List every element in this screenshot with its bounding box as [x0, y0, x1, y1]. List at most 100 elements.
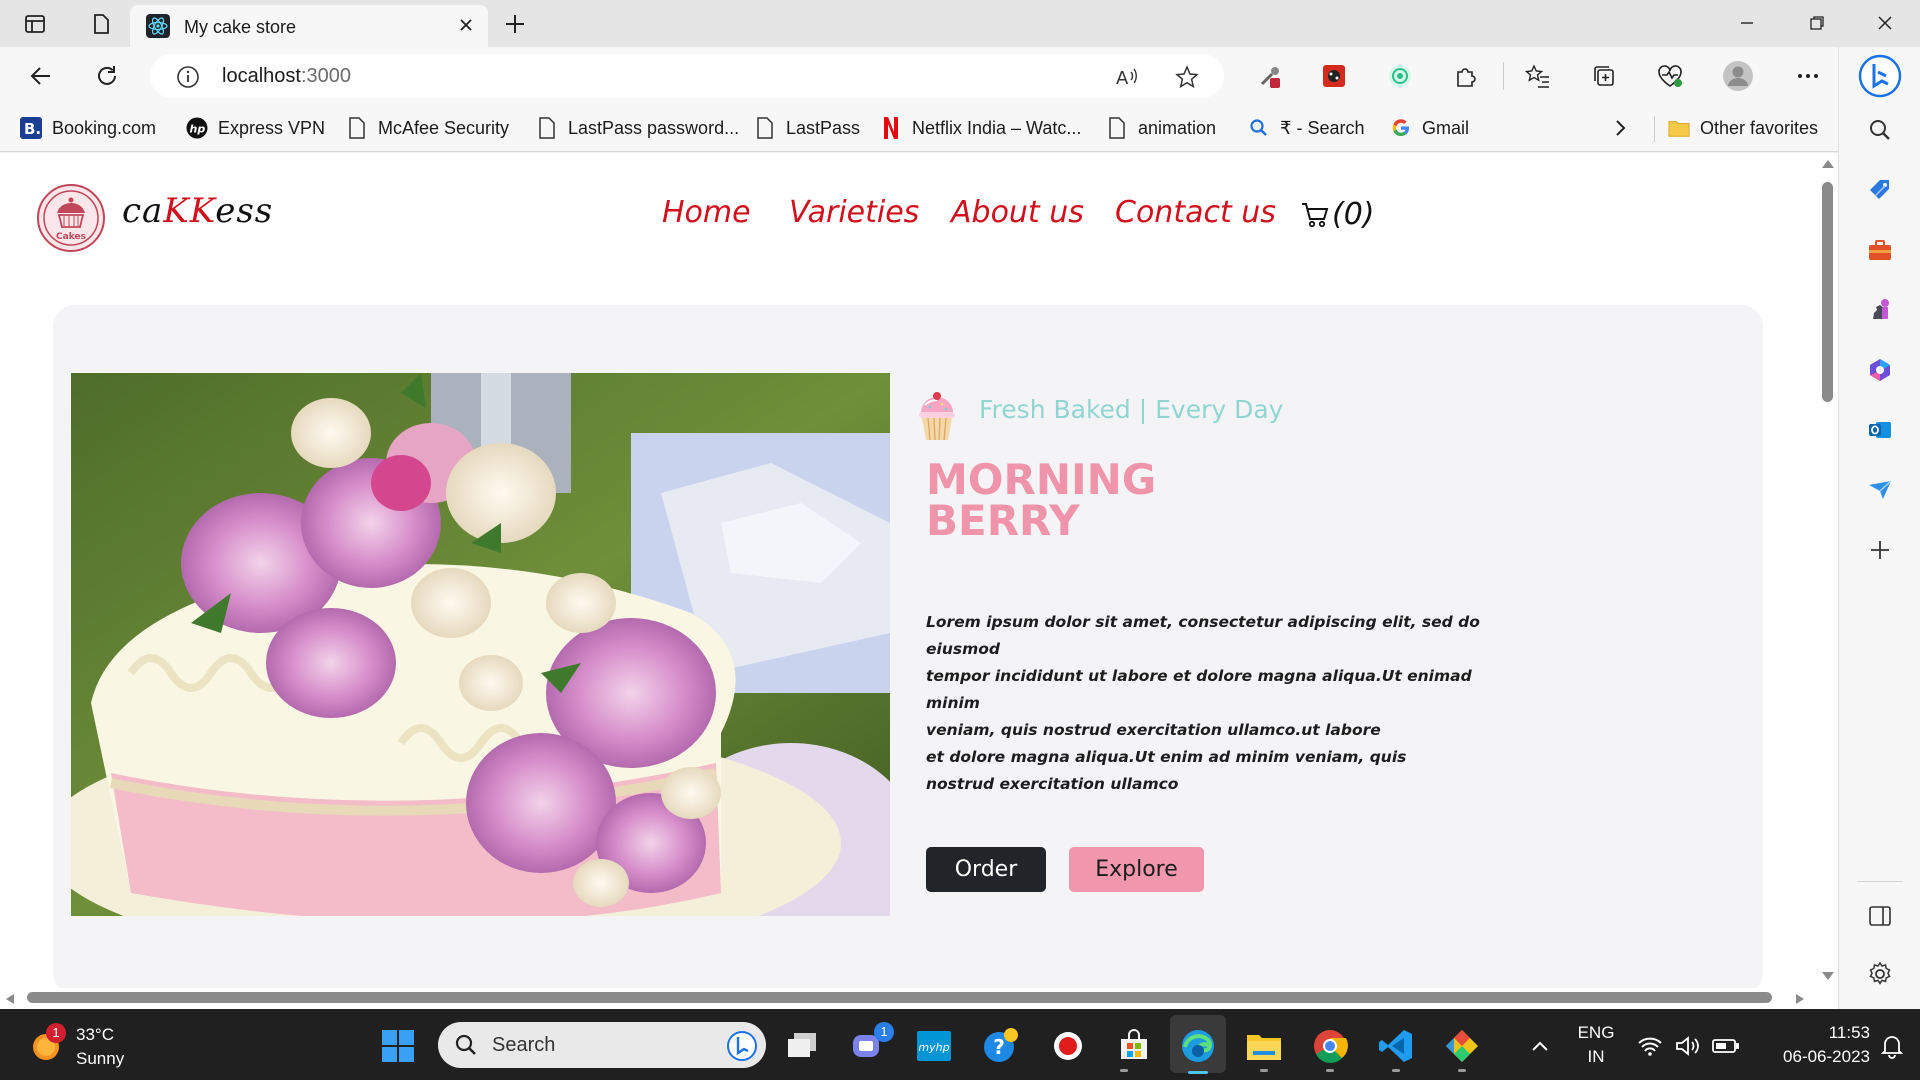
get-help-icon[interactable]: ? — [980, 1026, 1020, 1066]
task-view-icon[interactable] — [782, 1026, 822, 1066]
url-host: localhost — [222, 65, 301, 87]
games-chess-icon[interactable] — [1863, 293, 1897, 327]
outlook-icon[interactable] — [1863, 413, 1897, 447]
description-line: Lorem ipsum dolor sit amet, consectetur … — [926, 613, 1480, 658]
favorite-mcafee[interactable]: McAfee Security — [346, 115, 509, 141]
nav-about-us[interactable]: About us — [951, 195, 1084, 230]
hero-description: Lorem ipsum dolor sit amet, consectetur … — [926, 609, 1486, 798]
more-menu-icon[interactable] — [1792, 60, 1824, 92]
region-code: IN — [1587, 1047, 1605, 1066]
address-bar[interactable]: localhost:3000 A — [150, 54, 1224, 98]
gitkraken-diamond-icon[interactable] — [1442, 1026, 1482, 1066]
favorite-animation[interactable]: animation — [1106, 115, 1216, 141]
nav-contact-us[interactable]: Contact us — [1115, 195, 1276, 230]
taskbar-search[interactable]: Search — [438, 1022, 766, 1068]
favorite-lastpass[interactable]: LastPass — [754, 115, 860, 141]
url-text[interactable]: localhost:3000 — [222, 65, 351, 88]
tab-strip: My cake store — [0, 0, 1920, 47]
sidebar-settings-gear-icon[interactable] — [1863, 957, 1897, 991]
vscode-icon[interactable] — [1376, 1026, 1416, 1066]
favorite-netflix[interactable]: Netflix India – Watc... — [880, 115, 1081, 141]
favorites-overflow-chevron-icon[interactable] — [1614, 115, 1628, 141]
favorite-booking[interactable]: B. Booking.com — [20, 115, 156, 141]
favorite-rupee-search[interactable]: ₹ - Search — [1248, 115, 1364, 141]
favbar-divider — [1654, 116, 1655, 142]
drop-send-icon[interactable] — [1863, 473, 1897, 507]
close-tab-icon[interactable] — [456, 15, 476, 35]
favorite-express-vpn[interactable]: hp Express VPN — [186, 115, 325, 141]
hide-sidebar-icon[interactable] — [1863, 899, 1897, 933]
file-explorer-icon[interactable] — [1244, 1026, 1284, 1066]
cart-count: (0) — [1332, 197, 1375, 232]
search-icon[interactable] — [1863, 113, 1897, 147]
battery-icon[interactable] — [1706, 1026, 1746, 1066]
explore-button[interactable]: Explore — [1069, 847, 1204, 892]
vertical-scroll-thumb[interactable] — [1822, 182, 1833, 402]
volume-icon[interactable] — [1668, 1026, 1708, 1066]
show-hidden-icons-chevron-icon[interactable] — [1520, 1026, 1560, 1066]
favorites-list-icon[interactable] — [1522, 60, 1554, 92]
svg-text:B.: B. — [24, 120, 41, 138]
notifications-icon[interactable] — [1872, 1026, 1912, 1066]
hero-title-line: MORNING — [926, 455, 1157, 504]
restore-icon[interactable] — [1794, 8, 1840, 38]
weather-widget[interactable]: 33°C Sunny — [76, 1023, 124, 1071]
site-logo[interactable]: Cakes — [37, 184, 105, 252]
hero-card: Fresh Baked | Every Day MORNING BERRY Lo… — [53, 305, 1763, 988]
site-info-icon[interactable] — [176, 65, 200, 89]
favorite-lastpass-password[interactable]: LastPass password... — [536, 115, 739, 141]
weather-sun-icon[interactable]: 1 — [28, 1023, 66, 1063]
tab-actions-icon[interactable] — [18, 7, 52, 41]
browser-essentials-icon[interactable] — [1654, 60, 1686, 92]
favorite-gmail[interactable]: Gmail — [1390, 115, 1469, 141]
other-favorites-folder[interactable]: Other favorites — [1668, 115, 1818, 141]
microsoft-365-icon[interactable] — [1863, 353, 1897, 387]
tab-active[interactable]: My cake store — [130, 5, 488, 47]
record-icon[interactable] — [1048, 1026, 1088, 1066]
eyedropper-extension-icon[interactable] — [1254, 60, 1286, 92]
netflix-icon — [880, 117, 902, 139]
order-button[interactable]: Order — [926, 847, 1046, 892]
minimize-icon[interactable] — [1724, 8, 1770, 38]
microsoft-store-icon[interactable] — [1114, 1026, 1154, 1066]
start-windows-icon[interactable] — [378, 1026, 418, 1066]
read-aloud-icon[interactable]: A — [1114, 64, 1140, 90]
sidebar-divider — [1857, 881, 1903, 882]
bing-copilot-icon[interactable] — [1857, 53, 1903, 99]
teams-chat-icon[interactable]: 1 — [848, 1022, 894, 1066]
profile-avatar[interactable] — [1722, 60, 1754, 92]
clock[interactable]: 11:53 06-06-2023 — [1752, 1021, 1870, 1069]
myhp-icon[interactable]: myhp — [914, 1026, 954, 1066]
edge-browser-icon[interactable] — [1178, 1026, 1218, 1066]
brand-name[interactable]: caKKess — [122, 191, 273, 231]
add-sidebar-app-icon[interactable] — [1863, 533, 1897, 567]
react-icon — [146, 14, 170, 38]
chrome-icon[interactable] — [1310, 1026, 1350, 1066]
other-favorites-label: Other favorites — [1700, 117, 1819, 138]
url-port: :3000 — [300, 65, 351, 87]
workspaces-icon[interactable] — [84, 7, 118, 41]
ladybug-extension-icon[interactable] — [1318, 60, 1350, 92]
nav-home[interactable]: Home — [662, 195, 751, 230]
logo-text: Cakes — [56, 232, 86, 242]
back-icon[interactable] — [24, 59, 58, 93]
refresh-icon[interactable] — [90, 59, 124, 93]
cart-button[interactable]: (0) — [1300, 197, 1375, 232]
new-tab-icon[interactable] — [500, 9, 530, 39]
extensions-puzzle-icon[interactable] — [1450, 60, 1482, 92]
collections-icon[interactable] — [1588, 60, 1620, 92]
language-indicator[interactable]: ENG IN — [1572, 1021, 1620, 1069]
favorite-label: Booking.com — [52, 117, 157, 138]
nav-varieties[interactable]: Varieties — [789, 195, 919, 230]
target-extension-icon[interactable] — [1384, 60, 1416, 92]
horizontal-scroll-thumb[interactable] — [27, 992, 1772, 1003]
windows-taskbar: 1 33°C Sunny Search 1 myhp ? ENG IN 11:5… — [0, 1009, 1920, 1080]
shopping-tag-icon[interactable] — [1863, 173, 1897, 207]
edge-sidebar — [1838, 47, 1920, 1009]
favorite-label: McAfee Security — [378, 117, 510, 138]
close-window-icon[interactable] — [1862, 8, 1908, 38]
tools-briefcase-icon[interactable] — [1863, 233, 1897, 267]
favorite-star-icon[interactable] — [1174, 64, 1200, 90]
wifi-icon[interactable] — [1630, 1026, 1670, 1066]
folder-icon — [1668, 117, 1690, 139]
